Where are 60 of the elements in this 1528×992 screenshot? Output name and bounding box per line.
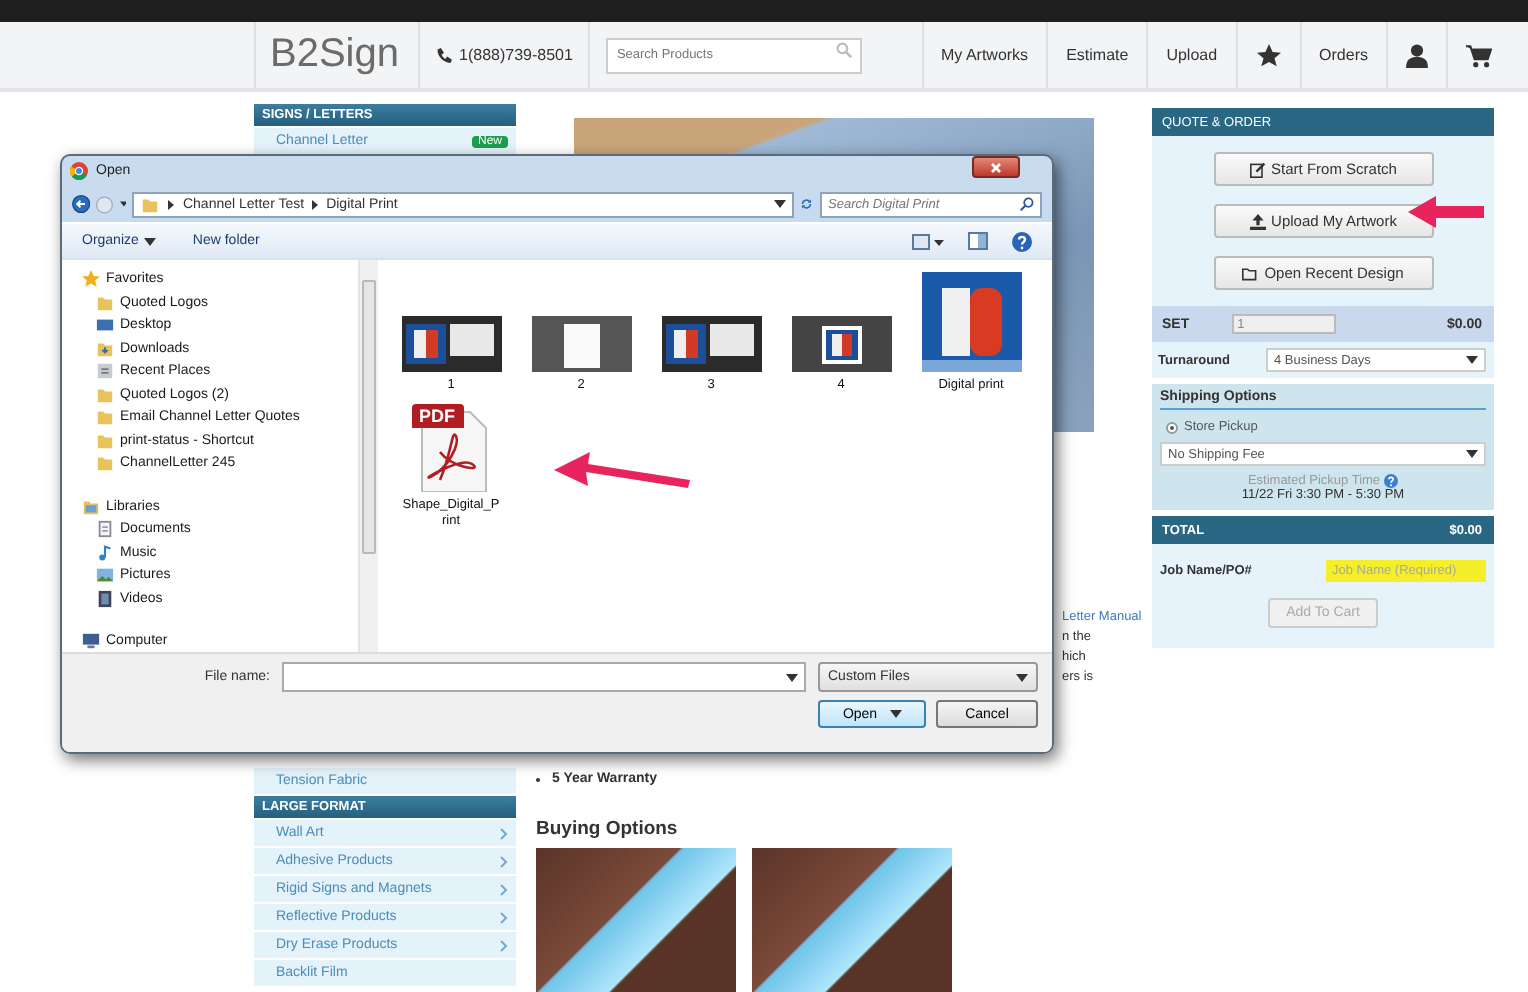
file-name-field[interactable] xyxy=(282,662,806,692)
download-folder-icon xyxy=(96,339,114,358)
history-caret-icon xyxy=(119,200,127,208)
nav-link[interactable]: Estimate xyxy=(1046,22,1147,88)
picture-icon xyxy=(96,566,114,585)
computer-icon xyxy=(82,632,100,651)
screenshot-thumbnail xyxy=(661,316,761,372)
nav-link[interactable]: My Artworks xyxy=(921,22,1047,88)
scrollbar[interactable] xyxy=(358,260,378,652)
library-icon xyxy=(82,497,100,516)
breadcrumb-arrow-icon xyxy=(168,199,175,209)
app-icon xyxy=(70,162,88,180)
folder-icon xyxy=(96,293,114,312)
screenshot-thumbnail xyxy=(401,316,501,372)
chevron-right-icon xyxy=(500,855,508,867)
annotation-arrow xyxy=(1408,194,1484,230)
help-icon[interactable] xyxy=(1012,231,1032,251)
search-icon xyxy=(836,42,853,58)
dropdown-caret-icon xyxy=(774,199,787,207)
nav-link[interactable]: Orders xyxy=(1299,22,1386,88)
section-heading: Buying Options xyxy=(536,818,680,840)
refresh-icon[interactable] xyxy=(800,194,814,214)
preview-pane-icon[interactable] xyxy=(968,232,988,250)
screenshot-thumbnail xyxy=(531,316,631,372)
photo-placeholder[interactable] xyxy=(536,848,736,992)
chevron-right-icon xyxy=(500,883,508,895)
close-icon xyxy=(990,161,1002,173)
star-icon xyxy=(82,270,100,289)
chevron-right-icon xyxy=(500,911,508,923)
caret-icon xyxy=(144,237,157,245)
film-icon xyxy=(96,589,114,608)
view-options-icon[interactable] xyxy=(912,233,944,249)
upload-icon xyxy=(1249,213,1266,229)
edit-icon xyxy=(1249,161,1266,177)
caret-icon xyxy=(889,710,902,718)
logo-image-thumbnail xyxy=(921,272,1021,372)
chevron-right-icon xyxy=(500,827,508,839)
nav-link[interactable]: Upload xyxy=(1146,22,1236,88)
phone-number: 1(888)739-8501 xyxy=(459,46,573,64)
caret-icon xyxy=(1016,673,1028,681)
photo-placeholder[interactable] xyxy=(752,848,952,992)
caret-icon xyxy=(1466,450,1478,458)
folder-icon xyxy=(140,195,161,213)
pdf-badge: PDF xyxy=(411,404,463,428)
back-icon[interactable] xyxy=(72,190,91,218)
site-logo[interactable]: B2Sign xyxy=(254,22,419,88)
screenshot-thumbnail xyxy=(791,316,891,372)
music-note-icon xyxy=(96,543,114,562)
phone-icon xyxy=(435,47,451,63)
caret-icon xyxy=(1466,356,1478,364)
search-icon xyxy=(1020,197,1034,211)
desktop-icon xyxy=(96,316,114,335)
folder-open-icon xyxy=(1242,265,1259,281)
help-icon[interactable] xyxy=(1384,474,1399,488)
document-icon xyxy=(96,520,114,539)
close-button[interactable] xyxy=(972,156,1020,178)
recent-places-icon xyxy=(96,362,114,381)
breadcrumb-arrow-icon xyxy=(312,199,319,209)
chevron-right-icon xyxy=(500,939,508,951)
caret-icon xyxy=(786,673,798,681)
